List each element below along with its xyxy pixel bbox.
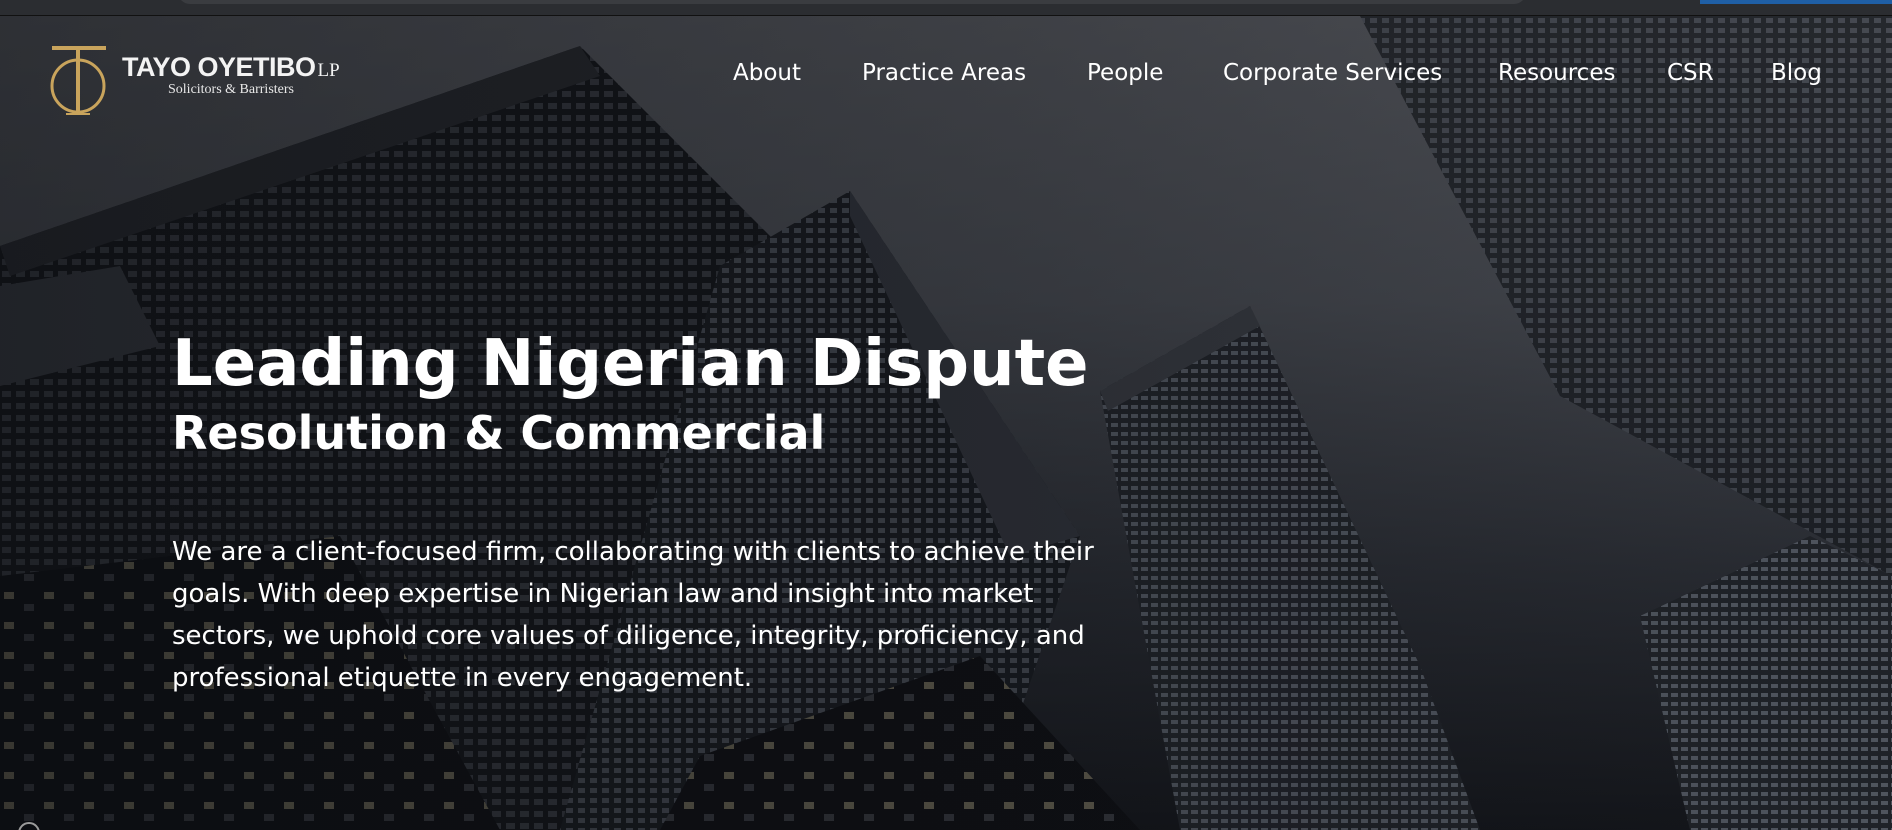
- page: TAYO OYETIBO LP Solicitors & Barristers A…: [0, 0, 1892, 830]
- main-navigation: About Practice Areas People Corporate Se…: [0, 60, 1892, 94]
- nav-item-csr[interactable]: CSR: [1667, 60, 1714, 86]
- browser-top-strip: [0, 0, 1892, 16]
- hero-title-line2: Resolution & Commercial: [172, 406, 826, 460]
- address-bar-edge[interactable]: [178, 0, 1526, 4]
- nav-item-practice-areas[interactable]: Practice Areas: [862, 60, 1026, 86]
- nav-item-resources[interactable]: Resources: [1498, 60, 1615, 86]
- hero-heading: Leading Nigerian Dispute Resolution & Co…: [172, 332, 1089, 456]
- nav-item-people[interactable]: People: [1087, 60, 1163, 86]
- hero-title-line1: Leading Nigerian Dispute: [172, 327, 1089, 401]
- nav-item-about[interactable]: About: [733, 60, 801, 86]
- nav-item-blog[interactable]: Blog: [1771, 60, 1822, 86]
- browser-accent-bar: [1700, 0, 1892, 4]
- hero-description: We are a client-focused firm, collaborat…: [172, 537, 1094, 693]
- nav-item-corporate-services[interactable]: Corporate Services: [1223, 60, 1442, 86]
